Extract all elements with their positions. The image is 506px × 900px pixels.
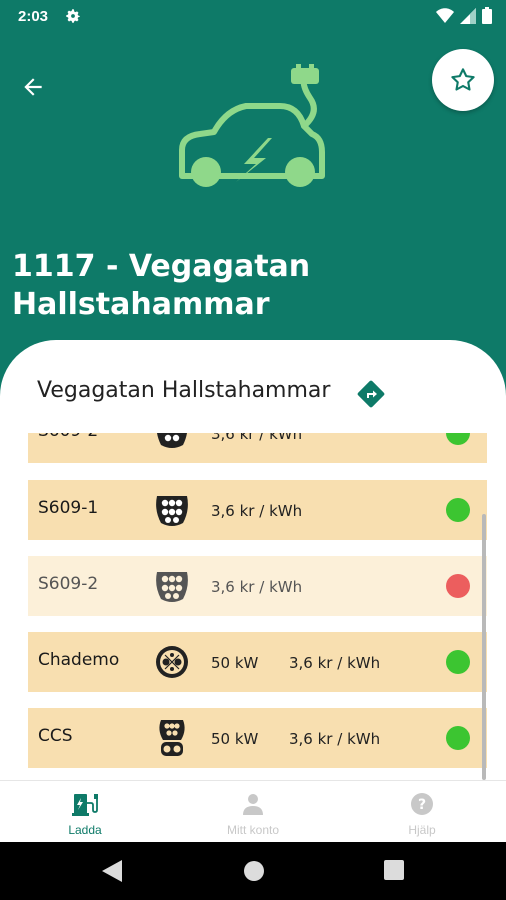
connector-name: S609-1: [38, 498, 99, 518]
directions-icon[interactable]: [357, 380, 385, 408]
connector-price: 3,6 kr / kWh: [289, 730, 381, 748]
connector-row[interactable]: S609-1 3,6 kr / kWh: [28, 480, 487, 540]
status-dot-available: [446, 650, 470, 674]
electric-car-plug-icon: [179, 64, 325, 187]
gear-icon: [66, 9, 80, 23]
tab-label: Mitt konto: [226, 823, 280, 837]
status-time: 2:03: [18, 8, 49, 25]
svg-text:?: ?: [418, 797, 426, 813]
recents-square-icon[interactable]: [384, 860, 404, 880]
connector-row[interactable]: CCS 50 kW 3,6 kr / kWh: [28, 708, 487, 768]
home-circle-icon[interactable]: [243, 860, 265, 882]
connector-power: 50 kW: [211, 654, 259, 672]
connector-name: CCS: [38, 726, 73, 746]
connector-name: S609-2: [38, 574, 99, 594]
type2-plug-icon: [156, 572, 188, 602]
person-icon: [243, 794, 263, 815]
connector-price: 3,6 kr / kWh: [289, 654, 381, 672]
status-dot-available: [446, 726, 470, 750]
connector-row[interactable]: S609-2 3,6 kr / kWh: [28, 433, 487, 463]
status-dot-occupied: [446, 574, 470, 598]
system-navigation-bar: [0, 842, 506, 900]
charging-station-icon: [72, 794, 98, 816]
favorite-button[interactable]: [432, 49, 494, 111]
type2-plug-icon: [156, 496, 188, 526]
chademo-plug-icon: [156, 646, 188, 678]
station-title: 1117 - Vegagatan Hallstahammar: [12, 249, 311, 322]
tab-label: Hjälp: [408, 823, 436, 837]
star-outline-icon: [451, 68, 475, 91]
tab-hjalp[interactable]: ? Hjälp: [362, 787, 482, 837]
ccs-plug-icon: [159, 720, 185, 756]
status-dot-available: [446, 498, 470, 522]
help-icon: ?: [411, 793, 433, 815]
tab-mitt-konto[interactable]: Mitt konto: [193, 787, 313, 837]
status-bar: 2:03: [0, 0, 506, 34]
connector-price: 3,6 kr / kWh: [211, 578, 303, 596]
signal-icon: [460, 7, 476, 24]
connector-name: S609-2: [38, 433, 98, 441]
sheet-title: Vegagatan Hallstahammar: [37, 378, 331, 403]
bottom-navigation: Ladda Mitt konto ? Hjälp: [0, 780, 506, 842]
connector-row[interactable]: S609-2 3,6 kr / kWh: [28, 556, 487, 616]
connector-price: 3,6 kr / kWh: [211, 502, 303, 520]
tab-label: Ladda: [68, 823, 102, 837]
status-dot-available: [446, 433, 470, 445]
wifi-icon: [436, 7, 454, 23]
connector-name: Chademo: [38, 650, 120, 670]
connector-price: 3,6 kr / kWh: [211, 433, 303, 443]
station-sheet: Vegagatan Hallstahammar S609-2 3,6 kr / …: [0, 340, 506, 800]
connector-list[interactable]: S609-2 3,6 kr / kWh S609-1 3,6 kr / kWh: [0, 433, 506, 780]
connector-row[interactable]: Chademo 50 kW 3,6 kr / kWh: [28, 632, 487, 692]
connector-power: 50 kW: [211, 730, 259, 748]
type2-plug-icon: [157, 433, 187, 448]
scrollbar[interactable]: [482, 514, 486, 780]
tab-ladda[interactable]: Ladda: [25, 787, 145, 837]
back-triangle-icon[interactable]: [102, 860, 122, 882]
arrow-left-icon[interactable]: [20, 74, 46, 100]
battery-icon: [482, 7, 492, 24]
